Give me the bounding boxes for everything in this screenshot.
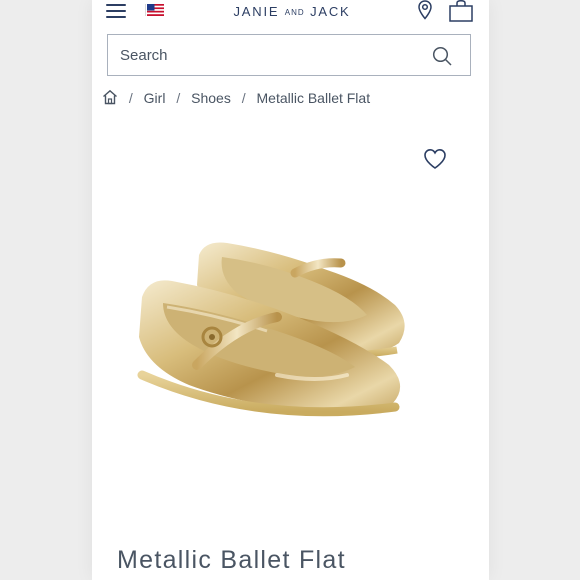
home-icon[interactable]: [102, 89, 118, 105]
breadcrumb: / Girl / Shoes / Metallic Ballet Flat: [102, 89, 370, 111]
location-pin-icon[interactable]: [418, 0, 432, 20]
breadcrumb-item-current: Metallic Ballet Flat: [256, 90, 371, 106]
search-input[interactable]: Search: [107, 34, 471, 76]
brand-logo-janie: JANIE: [233, 4, 280, 19]
search-placeholder: Search: [120, 47, 168, 64]
heart-icon[interactable]: [423, 148, 447, 170]
brand-logo-and: AND: [284, 8, 305, 17]
brand-logo-jack: JACK: [310, 4, 351, 19]
brand-logo[interactable]: JANIE AND JACK: [222, 4, 362, 22]
breadcrumb-separator: /: [128, 90, 133, 106]
breadcrumb-item-shoes[interactable]: Shoes: [191, 90, 231, 106]
product-title: Metallic Ballet Flat: [117, 546, 346, 574]
product-image[interactable]: [127, 225, 462, 440]
hamburger-menu-icon[interactable]: [106, 3, 126, 19]
product-page: JANIE AND JACK Search / Girl / Shoes / M…: [92, 0, 489, 580]
search-icon[interactable]: [432, 46, 452, 66]
site-header: JANIE AND JACK: [92, 0, 489, 24]
breadcrumb-separator: /: [241, 90, 246, 106]
breadcrumb-separator: /: [176, 90, 181, 106]
shopping-bag-icon[interactable]: [449, 0, 473, 22]
breadcrumb-item-girl[interactable]: Girl: [144, 90, 166, 106]
us-flag-icon[interactable]: [145, 4, 164, 16]
